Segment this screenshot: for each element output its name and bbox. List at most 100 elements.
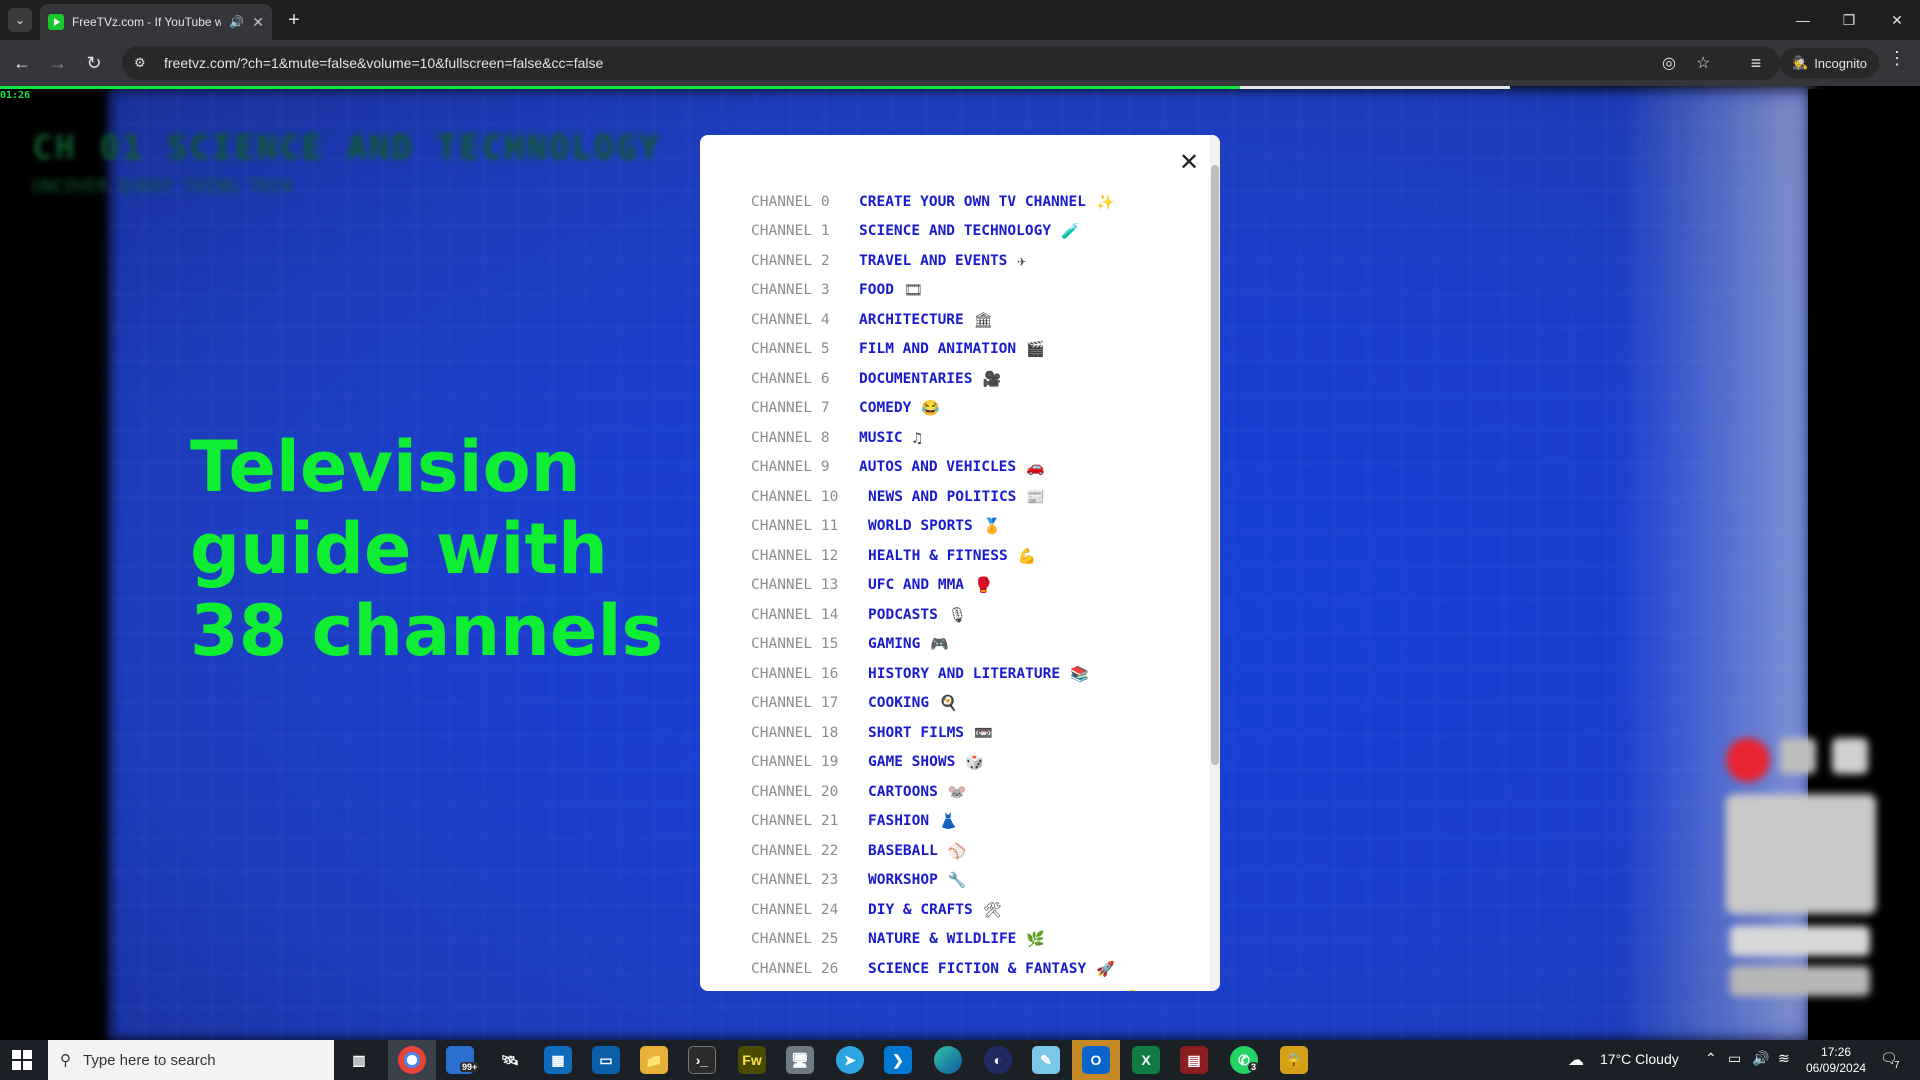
- channel-name-link[interactable]: MUSIC: [859, 430, 903, 446]
- channel-row[interactable]: CHANNEL 14 PODCASTS 🎙: [751, 600, 1191, 630]
- channel-name-link[interactable]: CARTOONS: [868, 784, 938, 800]
- blurred-remote-keypad[interactable]: [1726, 794, 1876, 914]
- channel-row[interactable]: CHANNEL 2 TRAVEL AND EVENTS ✈: [751, 246, 1191, 276]
- battery-icon[interactable]: ▭: [1728, 1050, 1741, 1067]
- new-tab-button[interactable]: +: [282, 8, 306, 32]
- forward-button[interactable]: →: [44, 49, 72, 77]
- channel-row[interactable]: CHANNEL 11 WORLD SPORTS 🏅: [751, 512, 1191, 542]
- close-icon[interactable]: ✕: [1176, 149, 1202, 176]
- cloud-icon[interactable]: ☁: [1568, 1050, 1584, 1070]
- channel-row[interactable]: CHANNEL 8 MUSIC ♫: [751, 423, 1191, 453]
- file-explorer-icon[interactable]: 📁: [640, 1046, 668, 1074]
- channel-row[interactable]: CHANNEL 16 HISTORY AND LITERATURE 📚: [751, 659, 1191, 689]
- edge-icon[interactable]: [934, 1046, 962, 1074]
- channel-row[interactable]: CHANNEL 20 CARTOONS 🐭: [751, 777, 1191, 807]
- scrollbar-thumb[interactable]: [1211, 165, 1219, 765]
- menu-icon[interactable]: ⋮: [1885, 48, 1909, 69]
- wifi-icon[interactable]: ≋: [1778, 1050, 1790, 1067]
- channel-name-link[interactable]: FASHION: [868, 813, 929, 829]
- channel-name-link[interactable]: FILM AND ANIMATION: [859, 341, 1016, 357]
- winrar-icon[interactable]: ▤: [1180, 1046, 1208, 1074]
- channel-row[interactable]: CHANNEL 0 CREATE YOUR OWN TV CHANNEL ✨: [751, 187, 1191, 217]
- channel-row[interactable]: CHANNEL 13 UFC AND MMA 🥊: [751, 571, 1191, 601]
- channel-name-link[interactable]: BASEBALL: [868, 843, 938, 859]
- tray-chevron-up-icon[interactable]: ⌃: [1705, 1050, 1717, 1067]
- notes-icon[interactable]: ✎: [1032, 1046, 1060, 1074]
- channel-row[interactable]: CHANNEL 17 COOKING 🍳: [751, 689, 1191, 719]
- channel-name-link[interactable]: TRAVEL AND EVENTS: [859, 253, 1007, 269]
- scrollbar-track[interactable]: [1210, 135, 1220, 991]
- channel-row[interactable]: CHANNEL 24 DIY & CRAFTS 🛠: [751, 895, 1191, 925]
- taskbar-search[interactable]: ⚲ Type here to search: [48, 1040, 334, 1080]
- channel-name-link[interactable]: UFC AND MMA: [868, 577, 964, 593]
- channel-name-link[interactable]: FOOD: [859, 282, 894, 298]
- tab-audio-icon[interactable]: 🔊: [229, 15, 244, 29]
- channel-name-link[interactable]: NATURE & WILDLIFE: [868, 931, 1016, 947]
- channel-name-link[interactable]: WORLD SPORTS: [868, 518, 973, 534]
- channel-name-link[interactable]: AUTOS AND VEHICLES: [859, 459, 1016, 475]
- blurred-remote-button[interactable]: [1832, 738, 1868, 774]
- channel-row[interactable]: CHANNEL 7 COMEDY 😂: [751, 394, 1191, 424]
- address-bar[interactable]: ⚙ freetvz.com/?ch=1&mute=false&volume=10…: [122, 46, 1780, 80]
- whatsapp-icon[interactable]: ✆ 3: [1230, 1046, 1260, 1074]
- restore-button[interactable]: ❐: [1826, 6, 1872, 34]
- channel-row[interactable]: CHANNEL 15 GAMING 🎮: [751, 630, 1191, 660]
- incognito-indicator[interactable]: 🕵 Incognito: [1780, 48, 1879, 78]
- lock-icon[interactable]: 🔒: [1280, 1046, 1308, 1074]
- blurred-remote-button[interactable]: [1780, 738, 1816, 774]
- telegram-icon[interactable]: ➤: [836, 1046, 864, 1074]
- channel-row[interactable]: CHANNEL 21 FASHION 👗: [751, 807, 1191, 837]
- channel-name-link[interactable]: GAMING: [868, 636, 920, 652]
- tab-search-button[interactable]: ⌄: [8, 8, 32, 32]
- url-text[interactable]: freetvz.com/?ch=1&mute=false&volume=10&f…: [164, 55, 603, 71]
- terminal-icon[interactable]: ›_: [688, 1046, 716, 1074]
- channel-row[interactable]: CHANNEL 9 AUTOS AND VEHICLES 🚗: [751, 453, 1191, 483]
- back-button[interactable]: ←: [8, 49, 36, 77]
- site-info-icon[interactable]: ⚙: [134, 55, 154, 71]
- window-close-button[interactable]: ✕: [1874, 6, 1920, 34]
- channel-name-link[interactable]: PODCASTS: [868, 607, 938, 623]
- channel-row[interactable]: CHANNEL 22 BASEBALL ⚾: [751, 836, 1191, 866]
- channel-name-link[interactable]: HISTORY AND LITERATURE: [868, 666, 1060, 682]
- store-icon[interactable]: ▦: [544, 1046, 572, 1074]
- channel-name-link[interactable]: SCIENCE AND TECHNOLOGY: [859, 223, 1051, 239]
- channel-row[interactable]: CHANNEL 27 INSPIRATIONAL & MOTIVATIONAL 💡: [751, 984, 1191, 991]
- minimize-button[interactable]: —: [1780, 6, 1826, 34]
- vscode-icon[interactable]: ❯: [884, 1046, 912, 1074]
- taskbar-clock[interactable]: 17:26 06/09/2024: [1806, 1044, 1866, 1076]
- channel-name-link[interactable]: COOKING: [868, 695, 929, 711]
- blurred-remote-bar[interactable]: [1730, 926, 1870, 956]
- channel-name-link[interactable]: DIY & CRAFTS: [868, 902, 973, 918]
- eclipse-icon[interactable]: ◐: [984, 1046, 1012, 1074]
- channel-name-link[interactable]: SHORT FILMS: [868, 725, 964, 741]
- channel-row[interactable]: CHANNEL 23 WORKSHOP 🔧: [751, 866, 1191, 896]
- blurred-remote-power-button[interactable]: [1726, 738, 1770, 782]
- channel-row[interactable]: CHANNEL 6 DOCUMENTARIES 🎥: [751, 364, 1191, 394]
- satellite-icon[interactable]: 🛰: [496, 1046, 524, 1074]
- media-controls-icon[interactable]: ≡: [1742, 49, 1770, 77]
- eye-off-icon[interactable]: ◎: [1662, 53, 1676, 73]
- channel-name-link[interactable]: INSPIRATIONAL & MOTIVATIONAL: [868, 990, 1112, 991]
- window-app-icon[interactable]: ▭: [592, 1046, 620, 1074]
- channel-row[interactable]: CHANNEL 10 NEWS AND POLITICS 📰: [751, 482, 1191, 512]
- channel-row[interactable]: CHANNEL 26 SCIENCE FICTION & FANTASY 🚀: [751, 954, 1191, 984]
- volume-icon[interactable]: 🔊: [1752, 1050, 1769, 1067]
- excel-icon[interactable]: X: [1132, 1046, 1160, 1074]
- windows-start-icon[interactable]: [12, 1050, 32, 1070]
- channel-row[interactable]: CHANNEL 19 GAME SHOWS 🎲: [751, 748, 1191, 778]
- channel-row[interactable]: CHANNEL 5 FILM AND ANIMATION 🎬: [751, 335, 1191, 365]
- reload-button[interactable]: ↻: [80, 49, 108, 77]
- bookmark-star-icon[interactable]: ☆: [1696, 53, 1710, 73]
- tab-close-icon[interactable]: ✕: [252, 14, 264, 31]
- fireworks-icon[interactable]: Fw: [738, 1046, 766, 1074]
- channel-row[interactable]: CHANNEL 3 FOOD 🎞: [751, 276, 1191, 306]
- channel-name-link[interactable]: COMEDY: [859, 400, 911, 416]
- channel-row[interactable]: CHANNEL 1 SCIENCE AND TECHNOLOGY 🧪: [751, 217, 1191, 247]
- channel-name-link[interactable]: GAME SHOWS: [868, 754, 955, 770]
- channel-row[interactable]: CHANNEL 25 NATURE & WILDLIFE 🌿: [751, 925, 1191, 955]
- blurred-remote-bar[interactable]: [1730, 966, 1870, 996]
- weather-text[interactable]: 17°C Cloudy: [1600, 1051, 1679, 1067]
- channel-name-link[interactable]: ARCHITECTURE: [859, 312, 964, 328]
- channel-name-link[interactable]: HEALTH & FITNESS: [868, 548, 1008, 564]
- channel-row[interactable]: CHANNEL 4 ARCHITECTURE 🏛: [751, 305, 1191, 335]
